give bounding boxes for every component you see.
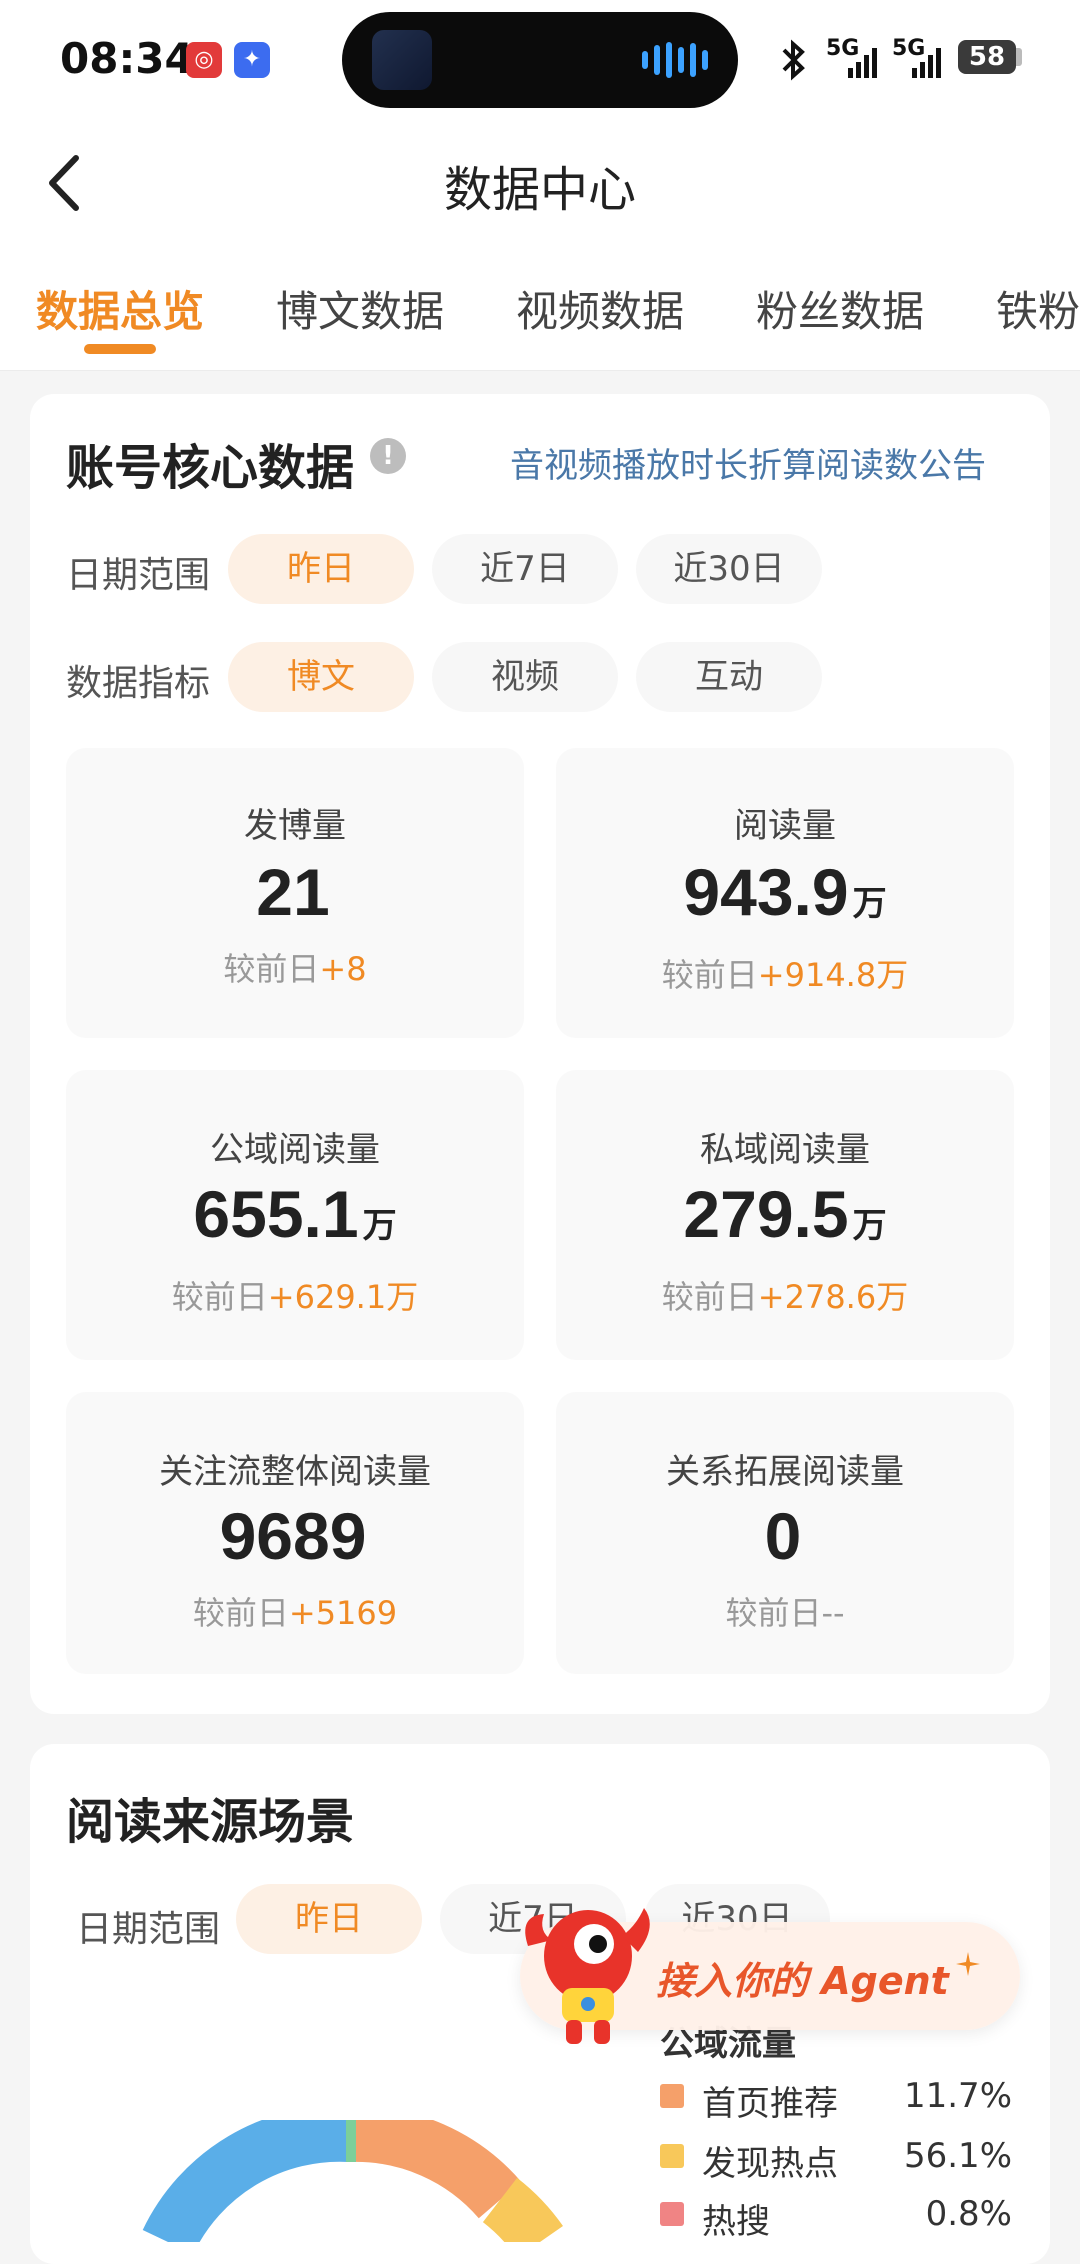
metric-chip-interaction[interactable]: 互动	[636, 642, 822, 712]
tab-overview[interactable]: 数据总览	[36, 278, 204, 339]
source-title: 阅读来源场景	[66, 1794, 355, 1850]
signal-icon-2	[912, 48, 941, 78]
legend-name: 热搜	[702, 2202, 770, 2242]
metric-label: 数据指标	[66, 663, 211, 704]
stat-delta: 较前日+914.8万	[661, 956, 909, 994]
signal-icon-1	[848, 48, 877, 78]
metric-chip-posts[interactable]: 博文	[228, 642, 414, 712]
dynamic-island	[342, 12, 738, 108]
legend-swatch-home	[660, 2084, 684, 2108]
stat-name: 阅读量	[734, 806, 836, 846]
info-icon[interactable]: !	[370, 438, 406, 474]
core-data-title: 账号核心数据	[66, 440, 355, 496]
stat-name: 关系拓展阅读量	[666, 1452, 904, 1492]
date-chip-30d[interactable]: 近30日	[636, 534, 822, 604]
lobster-mascot-icon[interactable]	[518, 1896, 658, 2046]
stat-name: 私域阅读量	[700, 1130, 870, 1170]
stat-value: 943.9 万	[683, 855, 887, 929]
source-date-label: 日期范围	[76, 1909, 221, 1950]
stat-delta: 较前日--	[725, 1594, 845, 1632]
agent-label[interactable]: 接入你的 Agent	[656, 1950, 949, 2005]
bluetooth-icon	[782, 39, 805, 81]
tab-iron-fans[interactable]: 铁粉	[996, 278, 1080, 339]
metric-chip-video[interactable]: 视频	[432, 642, 618, 712]
legend-swatch-hot-search	[660, 2202, 684, 2226]
stat-tile[interactable]: 阅读量 943.9 万 较前日+914.8万	[556, 748, 1014, 1038]
audio-wave-icon	[642, 42, 708, 78]
legend-percent: 56.1%	[903, 2136, 1012, 2176]
tab-indicator	[84, 344, 156, 354]
stat-tile[interactable]: 私域阅读量 279.5 万 较前日+278.6万	[556, 1070, 1014, 1360]
stat-delta: 较前日+5169	[192, 1594, 398, 1632]
music-artwork-icon	[372, 30, 432, 90]
stat-value: 0	[764, 1499, 802, 1573]
stat-name: 关注流整体阅读量	[159, 1452, 431, 1492]
tab-fans-data[interactable]: 粉丝数据	[756, 278, 924, 339]
stat-tile[interactable]: 发博量 21 较前日+8	[66, 748, 524, 1038]
stat-tile[interactable]: 关系拓展阅读量 0 较前日--	[556, 1392, 1014, 1674]
source-date-chip-yesterday[interactable]: 昨日	[236, 1884, 422, 1954]
legend-name: 发现热点	[702, 2144, 838, 2184]
stat-name: 发博量	[244, 806, 346, 846]
app-notification-icon: ✦	[234, 42, 270, 78]
legend-swatch-discover	[660, 2144, 684, 2168]
legend-percent: 0.8%	[925, 2194, 1012, 2234]
tab-post-data[interactable]: 博文数据	[276, 278, 444, 339]
date-chip-yesterday[interactable]: 昨日	[228, 534, 414, 604]
stat-value: 279.5 万	[683, 1177, 887, 1251]
stat-delta: 较前日+629.1万	[171, 1278, 419, 1316]
stat-tile[interactable]: 公域阅读量 655.1 万 较前日+629.1万	[66, 1070, 524, 1360]
tab-video-data[interactable]: 视频数据	[516, 278, 684, 339]
page-title: 数据中心	[443, 162, 636, 218]
date-range-label: 日期范围	[66, 555, 211, 596]
stat-delta: 较前日+8	[223, 950, 367, 988]
legend-name: 首页推荐	[702, 2084, 838, 2124]
stat-tile[interactable]: 关注流整体阅读量 9689 较前日+5169	[66, 1392, 524, 1674]
stat-delta: 较前日+278.6万	[661, 1278, 909, 1316]
status-time: 08:34	[60, 34, 194, 83]
legend-percent: 11.7%	[903, 2076, 1012, 2116]
source-donut-chart[interactable]	[120, 2120, 580, 2242]
netease-music-icon: ◎	[186, 42, 222, 78]
battery-icon: 58	[958, 40, 1016, 74]
stat-name: 公域阅读量	[210, 1130, 380, 1170]
sparkle-icon	[956, 1952, 980, 1976]
date-chip-7d[interactable]: 近7日	[432, 534, 618, 604]
stat-value: 9689	[219, 1499, 367, 1573]
notice-link[interactable]: 音视频播放时长折算阅读数公告	[510, 438, 986, 487]
stat-value: 21	[256, 855, 330, 929]
stat-value: 655.1 万	[193, 1177, 397, 1251]
battery-cap	[1016, 48, 1022, 66]
